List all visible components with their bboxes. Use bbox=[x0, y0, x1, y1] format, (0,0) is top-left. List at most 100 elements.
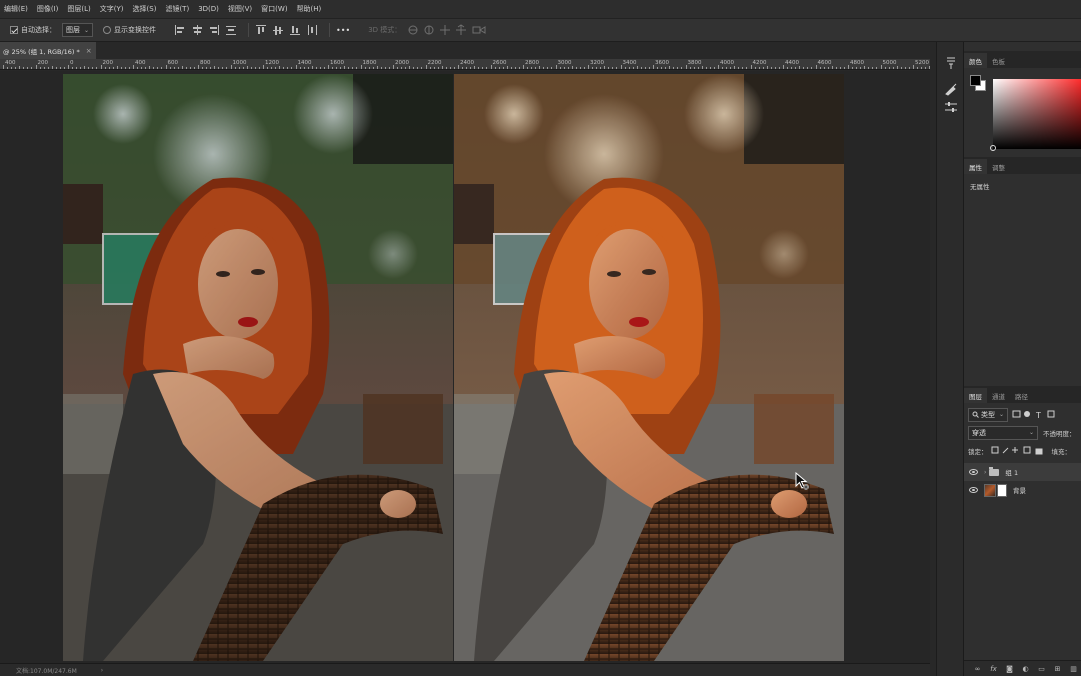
tab-adjustments[interactable]: 调整 bbox=[987, 159, 1010, 174]
adjustment-icon[interactable]: ◐ bbox=[1021, 665, 1030, 673]
menu-3d[interactable]: 3D(D) bbox=[198, 5, 219, 13]
ruler-minor-tick bbox=[892, 67, 894, 69]
ruler-minor-tick bbox=[478, 67, 480, 69]
ruler-minor-tick bbox=[372, 67, 374, 69]
ruler-minor-tick bbox=[55, 67, 57, 69]
layer-filter-dropdown[interactable]: 类型 ⌄ bbox=[968, 407, 1009, 422]
ruler-minor-tick bbox=[527, 67, 529, 69]
ruler-minor-tick bbox=[746, 67, 748, 69]
align-center-h-icon[interactable] bbox=[191, 24, 203, 36]
show-transform-checkbox[interactable] bbox=[103, 26, 112, 34]
ruler-minor-tick bbox=[397, 67, 399, 69]
ruler-minor-tick bbox=[11, 67, 13, 69]
tab-color[interactable]: 颜色 bbox=[964, 53, 987, 68]
history-brush-icon[interactable] bbox=[944, 56, 958, 70]
tab-properties[interactable]: 属性 bbox=[964, 159, 987, 174]
document-tab[interactable]: @ 25% (组 1, RGB/16) * × bbox=[0, 42, 96, 59]
align-left-icon[interactable] bbox=[174, 24, 186, 36]
distribute-h-icon[interactable] bbox=[225, 24, 237, 36]
ruler-minor-tick bbox=[559, 67, 561, 69]
ruler-minor-tick bbox=[807, 67, 809, 69]
new-layer-icon[interactable]: ⊞ bbox=[1053, 665, 1062, 673]
ruler-minor-tick bbox=[592, 67, 594, 69]
ruler-minor-tick bbox=[141, 67, 143, 69]
auto-select-checkbox[interactable] bbox=[10, 26, 18, 34]
foreground-color-swatch[interactable] bbox=[970, 75, 981, 86]
ruler-minor-tick bbox=[600, 67, 602, 69]
ruler-minor-tick bbox=[774, 67, 776, 69]
mask-icon[interactable]: ◙ bbox=[1005, 665, 1014, 673]
ruler-tick-label: 1000 bbox=[232, 60, 247, 66]
ruler-minor-tick bbox=[665, 67, 667, 69]
photo-before[interactable] bbox=[63, 74, 453, 661]
folder-icon[interactable]: ▭ bbox=[1037, 665, 1046, 673]
blend-mode-dropdown[interactable]: 穿透 ⌄ bbox=[968, 425, 1038, 440]
trash-icon[interactable]: ▥ bbox=[1069, 665, 1078, 673]
color-picker-marker[interactable] bbox=[990, 145, 996, 151]
status-menu-arrow-icon[interactable]: › bbox=[101, 667, 103, 674]
menu-select[interactable]: 选择(S) bbox=[133, 4, 157, 14]
layer-row-background[interactable]: 背景 bbox=[964, 481, 1081, 499]
align-top-icon[interactable] bbox=[255, 24, 267, 36]
align-bottom-icon[interactable] bbox=[289, 24, 301, 36]
filter-type-icon: T bbox=[1035, 411, 1041, 419]
ruler-minor-tick bbox=[742, 67, 744, 69]
ruler-minor-tick bbox=[271, 67, 273, 69]
ruler-tick-label: 3800 bbox=[687, 60, 702, 66]
menu-edit[interactable]: 编辑(E) bbox=[4, 4, 28, 14]
align-middle-v-icon[interactable] bbox=[272, 24, 284, 36]
adjustments-sliders-icon[interactable] bbox=[944, 100, 958, 114]
ruler-minor-tick bbox=[872, 67, 874, 69]
horizontal-ruler[interactable]: 400 200 0 200 400 600 800 1000 1200 1400 1600 1800 2… bbox=[0, 59, 930, 70]
ruler-tick bbox=[100, 65, 102, 69]
lock-options-icons[interactable] bbox=[991, 446, 1049, 455]
ruler-minor-tick bbox=[43, 67, 45, 69]
color-picker-field[interactable] bbox=[993, 79, 1081, 149]
menu-window[interactable]: 窗口(W) bbox=[261, 4, 287, 14]
close-icon[interactable]: × bbox=[86, 47, 92, 55]
align-right-icon[interactable] bbox=[208, 24, 220, 36]
tab-layers[interactable]: 图层 bbox=[964, 388, 987, 403]
expand-chevron-icon[interactable]: › bbox=[984, 469, 986, 476]
layer-row-group-1[interactable]: › 组 1 bbox=[964, 463, 1081, 481]
canvas-area[interactable] bbox=[0, 71, 930, 663]
ruler-tick bbox=[653, 65, 654, 69]
ruler-minor-tick bbox=[23, 67, 25, 69]
ruler-minor-tick bbox=[486, 67, 488, 69]
menu-type[interactable]: 文字(Y) bbox=[100, 4, 124, 14]
layer-mask-thumbnail[interactable] bbox=[997, 483, 1007, 497]
menu-filter[interactable]: 滤镜(T) bbox=[165, 4, 189, 14]
ruler-minor-tick bbox=[206, 67, 208, 69]
menu-layer[interactable]: 图层(L) bbox=[67, 4, 90, 14]
ruler-minor-tick bbox=[413, 67, 415, 69]
layers-panel: 图层 通道 路径 类型 ⌄ T 穿透 ⌄ 不透明度： 锁定： 填充： › 组 1… bbox=[964, 386, 1081, 676]
link-icon[interactable]: ∞ bbox=[973, 665, 982, 673]
ruler-minor-tick bbox=[791, 67, 793, 69]
ruler-minor-tick bbox=[604, 66, 606, 69]
right-panels: 颜色 色板 属性 调整 无属性 图层 通道 路径 类型 ⌄ T 穿透 ⌄ 不透明… bbox=[963, 42, 1081, 676]
ruler-minor-tick bbox=[730, 67, 732, 69]
menu-image[interactable]: 图像(I) bbox=[37, 4, 59, 14]
distribute-v-icon[interactable] bbox=[306, 24, 318, 36]
ruler-minor-tick bbox=[39, 67, 41, 69]
menu-view[interactable]: 视图(V) bbox=[228, 4, 252, 14]
ruler-minor-tick bbox=[15, 67, 17, 69]
ruler-minor-tick bbox=[644, 67, 646, 69]
more-options-button[interactable]: ••• bbox=[336, 26, 350, 35]
ruler-minor-tick bbox=[59, 67, 61, 69]
visibility-eye-icon[interactable] bbox=[969, 487, 978, 493]
filter-adjustment-icon bbox=[1024, 411, 1031, 417]
ruler-minor-tick bbox=[567, 67, 569, 69]
tab-paths[interactable]: 路径 bbox=[1010, 388, 1033, 403]
visibility-eye-icon[interactable] bbox=[969, 469, 978, 475]
ruler-minor-tick bbox=[579, 67, 581, 69]
auto-select-target-dropdown[interactable]: 图层 ⌄ bbox=[62, 23, 94, 37]
fx-icon[interactable]: fx bbox=[989, 665, 998, 673]
menu-help[interactable]: 帮助(H) bbox=[297, 4, 322, 14]
ruler-minor-tick bbox=[405, 67, 407, 69]
brush-icon[interactable] bbox=[944, 82, 958, 96]
tab-swatches[interactable]: 色板 bbox=[987, 53, 1010, 68]
photo-after[interactable] bbox=[454, 74, 844, 661]
ruler-minor-tick bbox=[510, 67, 512, 69]
tab-channels[interactable]: 通道 bbox=[987, 388, 1010, 403]
